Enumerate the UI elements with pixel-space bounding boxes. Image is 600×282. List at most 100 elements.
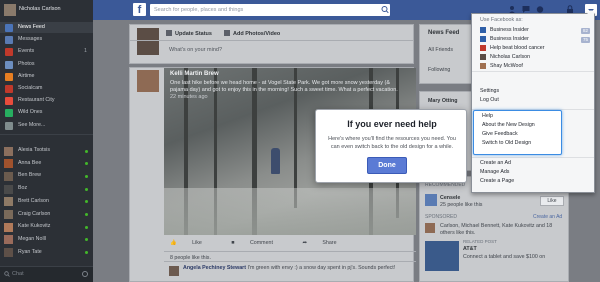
related-post-heading: RELATED POST: [463, 239, 497, 244]
sidebar-item-label: Photos: [18, 60, 35, 67]
menu-item-log-out[interactable]: Log Out: [472, 96, 594, 105]
online-status-icon: [85, 225, 88, 229]
commenter-name[interactable]: Angela Pechiney Stewart: [183, 265, 246, 271]
avatar: [4, 184, 13, 194]
friend-name: Ryan Tate: [18, 248, 42, 255]
snow-ground: [164, 188, 416, 235]
update-status-tab[interactable]: Update Status: [166, 30, 212, 37]
app-icon: [5, 24, 13, 32]
att-ad-title[interactable]: AT&T: [463, 246, 477, 252]
chat-settings-icon[interactable]: [82, 271, 88, 277]
menu-item-create-ad[interactable]: Create an Ad: [472, 159, 594, 168]
online-status-icon: [85, 213, 88, 216]
menu-item-help[interactable]: Help: [474, 112, 560, 121]
add-photo-tab[interactable]: Add Photos/Video: [224, 30, 280, 37]
comment-link[interactable]: ■ Comment: [231, 240, 287, 246]
share-link[interactable]: ➦ Share: [302, 240, 350, 246]
chat-friend-item[interactable]: Alexia Tsotsis: [0, 145, 93, 156]
friend-name: Megan Nolll: [18, 235, 46, 242]
sponsored-heading: SPONSORED: [425, 214, 457, 220]
sidebar-item-airtime[interactable]: Airtime: [0, 71, 93, 82]
sidebar-item-label: Messages: [18, 36, 43, 43]
share-icon: ➦: [302, 240, 307, 246]
page-avatar-icon: [480, 36, 486, 43]
avatar: [4, 210, 13, 219]
search-input[interactable]: Search for people, places and things: [150, 4, 390, 16]
chat-label: Chat: [12, 271, 24, 277]
menu-item-settings[interactable]: Settings: [472, 87, 594, 96]
friend-name[interactable]: Mary Otting: [428, 98, 457, 104]
camera-icon: [224, 30, 230, 36]
following-filter[interactable]: Following: [428, 67, 450, 73]
sidebar-item-restaurant-city[interactable]: Restaurant City: [0, 95, 93, 106]
menu-item-switch-old-design[interactable]: Switch to Old Design: [474, 139, 560, 148]
chat-friend-item[interactable]: Ryan Tate: [0, 247, 93, 258]
att-ad-text: Connect a tablet and save $100 on: [463, 254, 546, 260]
app-icon: [5, 85, 13, 93]
sidebar-item-label: See More...: [18, 121, 46, 128]
ad-thumbnail[interactable]: [425, 223, 435, 233]
post-author-avatar[interactable]: [137, 70, 159, 92]
sidebar-item-label: Events: [18, 48, 35, 55]
page-thumbnail[interactable]: [425, 194, 437, 206]
post-timestamp[interactable]: 22 minutes ago: [170, 94, 208, 100]
sidebar-item-messages[interactable]: Messages: [0, 34, 93, 45]
facebook-logo[interactable]: f: [133, 3, 146, 16]
post-actions: 👍 Like ■ Comment ➦ Share: [170, 240, 365, 246]
comment-text: Angela Pechiney Stewart I'm green with e…: [183, 265, 396, 271]
menu-item-about-new-design[interactable]: About the New Design: [474, 121, 560, 130]
menu-item-use-as-page[interactable]: Business Insider 75: [472, 35, 594, 44]
chat-friend-item[interactable]: Ben Brew: [0, 170, 93, 181]
menu-item-use-as-page[interactable]: Nicholas Carlson: [472, 53, 594, 62]
chat-friend-item[interactable]: Kate Kukovitz: [0, 221, 93, 232]
count-badge: 1: [84, 48, 87, 55]
profile-link[interactable]: Nicholas Carlson: [0, 0, 93, 20]
menu-item-use-as-page[interactable]: Shay McWoof: [472, 62, 594, 71]
comment-icon: ■: [231, 240, 235, 246]
sidebar-item-see-more[interactable]: See More...: [0, 120, 93, 131]
notification-count-badge: 75: [580, 36, 590, 43]
chat-friend-item[interactable]: Boz: [0, 183, 93, 194]
create-ad-link[interactable]: Create an Ad: [533, 214, 562, 220]
menu-item-give-feedback[interactable]: Give Feedback: [474, 130, 560, 139]
sidebar-item-events[interactable]: Events 1: [0, 46, 93, 57]
page-avatar-icon: [480, 45, 486, 52]
menu-item-manage-ads[interactable]: Manage Ads: [472, 168, 594, 177]
att-ad-image[interactable]: [425, 241, 459, 271]
menu-item-create-page[interactable]: Create a Page: [472, 177, 594, 186]
chat-friend-item[interactable]: Megan Nolll: [0, 234, 93, 245]
done-button[interactable]: Done: [367, 157, 407, 174]
status-input[interactable]: What's on your mind?: [169, 47, 222, 53]
friend-name: Boz: [18, 185, 28, 192]
sidebar-item-wild-ones[interactable]: Wild Ones: [0, 107, 93, 118]
menu-item-use-as-page[interactable]: Help beat blood cancer: [472, 44, 594, 53]
app-icon: [5, 60, 13, 69]
post-author-name[interactable]: Kelli Martin Brew: [170, 71, 219, 77]
avatar: [4, 197, 13, 207]
sidebar-item-news-feed[interactable]: News Feed: [0, 22, 93, 33]
sidebar-item-label: Wild Ones: [18, 109, 43, 116]
app-icon: [5, 72, 13, 81]
news-feed-heading[interactable]: News Feed: [428, 30, 459, 36]
recommended-page-name[interactable]: Censele: [440, 195, 460, 201]
help-dialog-title: If you ever need help: [347, 119, 437, 129]
ad-social-text: Carlson, Michael Bennett, Kate Kukovitz …: [440, 223, 553, 236]
avatar: [4, 4, 16, 16]
chat-friend-item[interactable]: Anna Bee: [0, 158, 93, 169]
avatar: [4, 235, 13, 245]
use-facebook-as-heading: Use Facebook as:: [480, 17, 523, 23]
app-icon: [5, 121, 13, 130]
chat-friend-item[interactable]: Brett Carlson: [0, 196, 93, 207]
chat-search-bar[interactable]: Chat: [0, 266, 93, 282]
sidebar-item-photos[interactable]: Photos: [0, 59, 93, 70]
likes-count[interactable]: 8 people like this.: [164, 251, 416, 261]
search-icon[interactable]: [380, 4, 390, 16]
all-friends-filter[interactable]: All Friends: [428, 47, 453, 53]
chat-friend-item[interactable]: Craig Carlson: [0, 209, 93, 220]
sidebar-item-socialcam[interactable]: Socialcam: [0, 83, 93, 94]
menu-item-use-as-page[interactable]: Business Insider 82: [472, 26, 594, 35]
like-link[interactable]: 👍 Like: [170, 240, 216, 246]
left-sidebar: Nicholas Carlson News Feed Messages Events…: [0, 0, 93, 282]
like-page-button[interactable]: Like: [540, 196, 564, 206]
commenter-avatar[interactable]: [169, 266, 179, 276]
